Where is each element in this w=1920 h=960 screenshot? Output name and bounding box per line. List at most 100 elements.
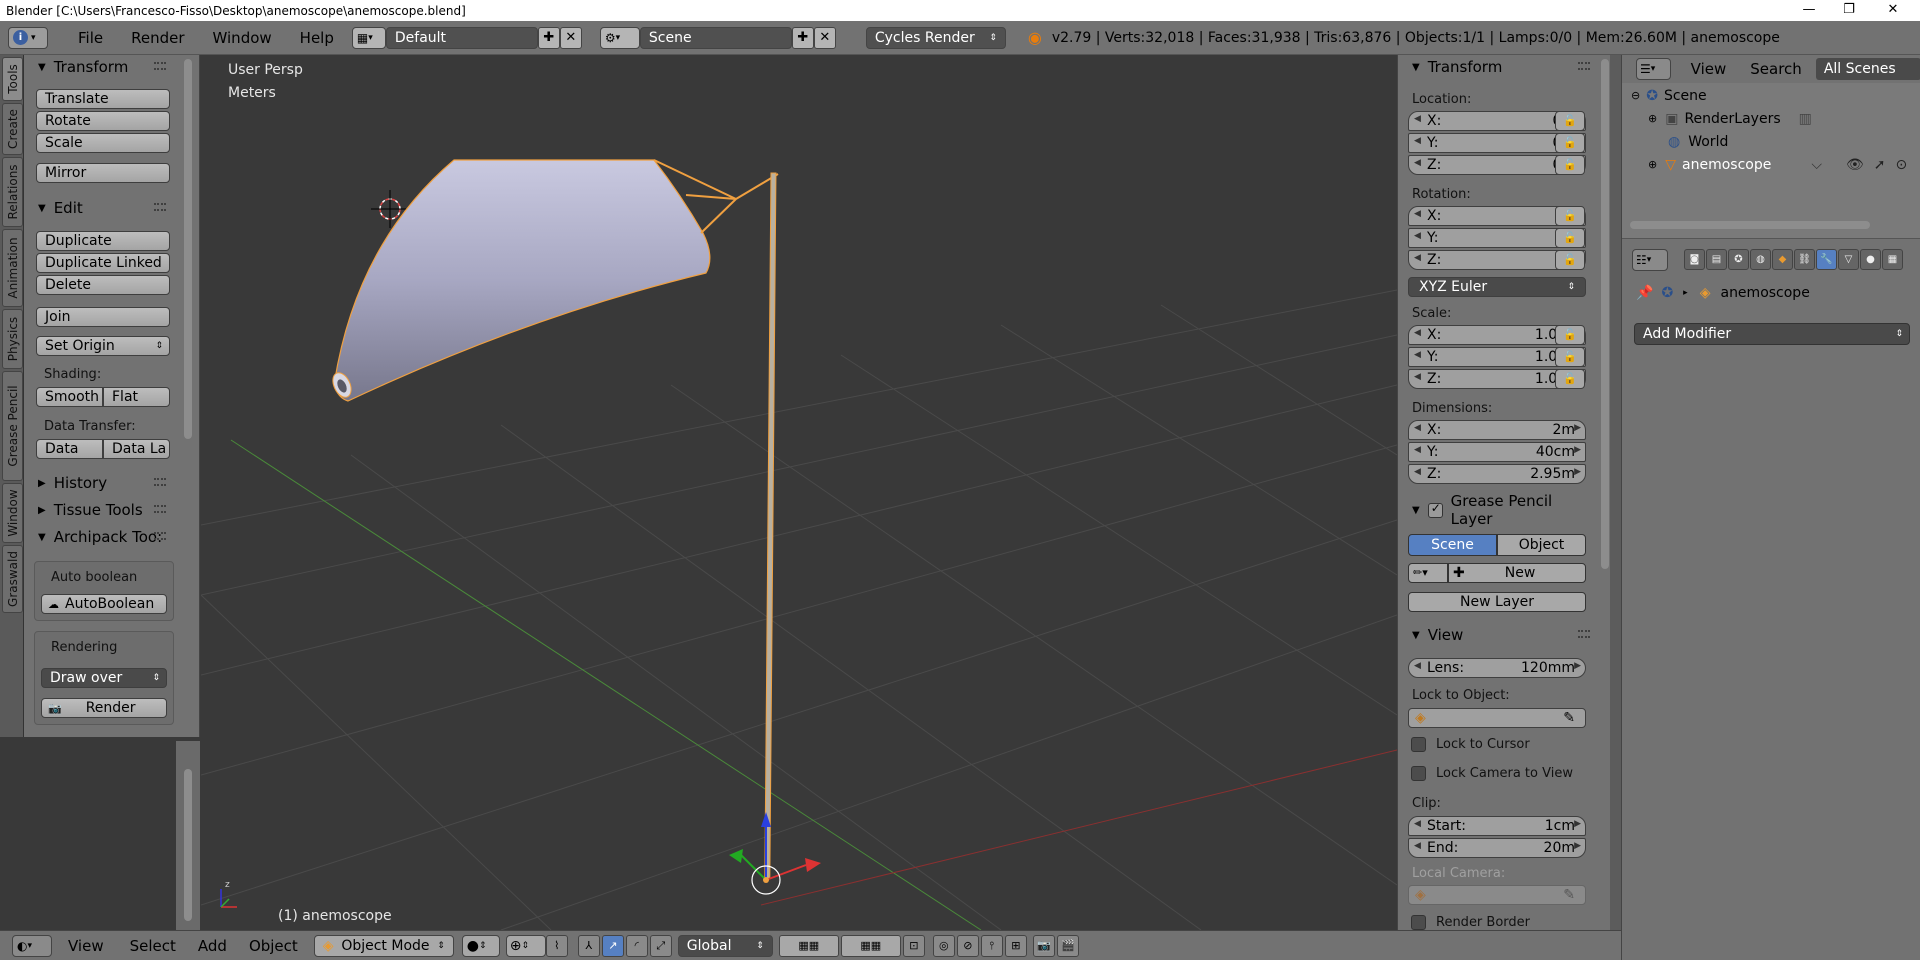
duplicate-linked-button[interactable]: Duplicate Linked [36, 253, 170, 273]
outliner-row-world[interactable]: ◍ World [1622, 130, 1920, 153]
n-transform-header[interactable]: ▼ Transform [1398, 55, 1598, 79]
tab-create[interactable]: Create [2, 103, 23, 155]
grease-pencil-header[interactable]: ▼ ✓ Grease Pencil Layer [1398, 492, 1598, 528]
layer-buttons[interactable]: ▦▦ ▦▦ [778, 934, 903, 957]
proportional-edit-icon[interactable]: ◎ [932, 934, 955, 957]
screen-layout-field[interactable]: Default [385, 26, 538, 49]
tab-physics[interactable]: Physics [2, 309, 23, 369]
lock-icon[interactable]: 🔓 [1555, 347, 1585, 367]
outliner-editor-icon[interactable]: ☰ ▾ [1636, 58, 1671, 80]
snap-target-icon[interactable]: ⊞ [1004, 934, 1027, 957]
cursor-select-icon[interactable]: ➚ [1874, 157, 1886, 173]
lock-icon[interactable]: 🔓 [1555, 369, 1585, 389]
clip-start-field[interactable]: ◀ Start: 1cm ▶ [1408, 816, 1586, 836]
texture-tab-icon[interactable]: ▦ [1882, 249, 1903, 270]
object-tab-icon[interactable]: ◆ [1772, 249, 1793, 270]
render-border-checkbox[interactable] [1411, 915, 1426, 930]
mode-select[interactable]: ◈ Object Mode ⇕ [313, 934, 454, 957]
scene-icon[interactable]: ⚙ ▾ [599, 26, 640, 49]
pivot-point-icon[interactable]: ⊕ ⇕ [505, 934, 546, 957]
orientation-select[interactable]: Global ⇕ [677, 934, 773, 957]
outliner-row-scene[interactable]: ⊖ ✪ Scene [1622, 84, 1920, 107]
delete-button[interactable]: Delete [36, 275, 170, 295]
pin-icon[interactable]: 📌 [1636, 285, 1653, 301]
lock-object-field[interactable]: ◈ ✎ [1408, 708, 1586, 728]
archipack-panel-header[interactable]: ▼ Archipack Too: [24, 525, 174, 549]
dimensions-y-field[interactable]: ◀ Y: 40cm ▶ [1408, 442, 1586, 462]
history-panel-header[interactable]: ▶ History [24, 471, 174, 495]
tab-tools[interactable]: Tools [2, 57, 23, 101]
menu-render[interactable]: Render [117, 29, 198, 47]
smooth-button[interactable]: Smooth [36, 387, 103, 407]
set-origin-select[interactable]: Set Origin ⇕ [36, 336, 170, 356]
data-layout-button[interactable]: Data La [103, 439, 170, 459]
render-layers-tab-icon[interactable]: ▤ [1706, 249, 1727, 270]
data-button[interactable]: Data [36, 439, 103, 459]
modifiers-tab-icon[interactable]: 🔧 [1816, 249, 1837, 270]
join-button[interactable]: Join [36, 307, 170, 327]
gp-new-layer-button[interactable]: New Layer [1408, 592, 1586, 612]
axis-icon[interactable]: ⅄ [577, 934, 600, 957]
opengl-render-icon[interactable]: 📷 [1032, 934, 1055, 957]
lock-icon[interactable]: 🔓 [1555, 325, 1585, 345]
add-scene-icon[interactable]: ✚ [791, 26, 814, 49]
material-tab-icon[interactable]: ● [1860, 249, 1881, 270]
eyedropper-icon[interactable]: ✎ [1563, 710, 1575, 726]
editor-type-selector[interactable]: i ▾ [8, 26, 48, 49]
lock-camera-checkbox[interactable] [1411, 766, 1426, 781]
eyedropper-icon[interactable]: ✎ [1563, 887, 1575, 903]
flat-button[interactable]: Flat [103, 387, 170, 407]
layers-group-2-icon[interactable]: ▦▦ [840, 934, 901, 957]
maximize-button[interactable]: ❐ [1826, 0, 1872, 21]
render-button[interactable]: 📷 Render [41, 698, 167, 718]
lock-layers-icon[interactable]: ⊡ [902, 934, 925, 957]
outliner-hscrollbar[interactable] [1630, 221, 1870, 229]
render-camera-icon[interactable]: ⊙ [1895, 157, 1907, 173]
render-tab-icon[interactable]: ◙ [1684, 249, 1705, 270]
grease-pencil-checkbox[interactable]: ✓ [1427, 501, 1443, 518]
manipulator-toggle-icon[interactable]: ⌇ [545, 934, 568, 957]
snap-element-icon[interactable]: ⫯ [980, 934, 1003, 957]
lens-field[interactable]: ◀ Lens: 120mm ▶ [1408, 658, 1586, 678]
render-layer-toggle-icon[interactable]: ▥ [1799, 111, 1812, 127]
layers-group-1-icon[interactable]: ▦▦ [778, 934, 839, 957]
menu-file[interactable]: File [64, 29, 117, 47]
view-panel-header[interactable]: ▼ View [1398, 623, 1598, 647]
render-engine-select[interactable]: Cycles Render ⇕ [865, 26, 1006, 49]
outliner-row-renderlayers[interactable]: ⊕ ▣ RenderLayers ▥ [1622, 107, 1920, 130]
add-modifier-select[interactable]: Add Modifier ⇕ [1634, 323, 1910, 345]
outliner-search-menu[interactable]: Search [1750, 60, 1802, 78]
properties-editor-icon[interactable]: ☷ ▾ [1632, 249, 1668, 271]
tool-shelf-scrollbar[interactable] [184, 59, 192, 439]
dimensions-x-field[interactable]: ◀ X: 2m ▶ [1408, 420, 1586, 440]
gp-scene-tab[interactable]: Scene [1408, 534, 1497, 556]
lock-icon[interactable]: 🔓 [1555, 250, 1585, 270]
lock-to-cursor-checkbox[interactable] [1411, 737, 1426, 752]
dimensions-z-field[interactable]: ◀ Z: 2.95m ▶ [1408, 464, 1586, 484]
rotation-mode-select[interactable]: XYZ Euler ⇕ [1408, 277, 1586, 297]
duplicate-button[interactable]: Duplicate [36, 231, 170, 251]
outliner-view-menu[interactable]: View [1691, 60, 1727, 78]
close-window-button[interactable]: ✕ [1870, 0, 1916, 21]
select-menu[interactable]: Select [130, 937, 176, 955]
screen-layout-icon[interactable]: ▦ ▾ [351, 26, 386, 49]
gp-new-button[interactable]: ✚ New [1448, 563, 1586, 583]
outliner-row-anemoscope[interactable]: ⊕ ▽ anemoscope ⌵ 👁 ➚ ⊙ [1622, 153, 1920, 176]
lock-icon[interactable]: 🔓 [1555, 111, 1585, 131]
expand-icon[interactable]: ⊕ [1648, 112, 1657, 125]
menu-help[interactable]: Help [286, 29, 348, 47]
edit-panel-header[interactable]: ▼ Edit [24, 196, 174, 220]
lock-icon[interactable]: 🔓 [1555, 206, 1585, 226]
expand-icon[interactable]: ⊕ [1648, 158, 1657, 171]
world-tab-icon[interactable]: ◍ [1750, 249, 1771, 270]
operator-scrollbar[interactable] [184, 769, 192, 921]
draw-over-select[interactable]: Draw over ⇕ [41, 668, 167, 688]
mirror-button[interactable]: Mirror [36, 163, 170, 183]
3d-viewport[interactable]: z User Persp Meters (1) anemoscope [201, 55, 1397, 930]
object-menu[interactable]: Object [249, 937, 298, 955]
view-menu[interactable]: View [68, 937, 104, 955]
scene-field[interactable]: Scene [639, 26, 792, 49]
lock-icon[interactable]: 🔓 [1555, 133, 1585, 153]
collapse-icon[interactable]: ⊖ [1631, 89, 1640, 102]
opengl-animation-icon[interactable]: 🎬 [1056, 934, 1079, 957]
